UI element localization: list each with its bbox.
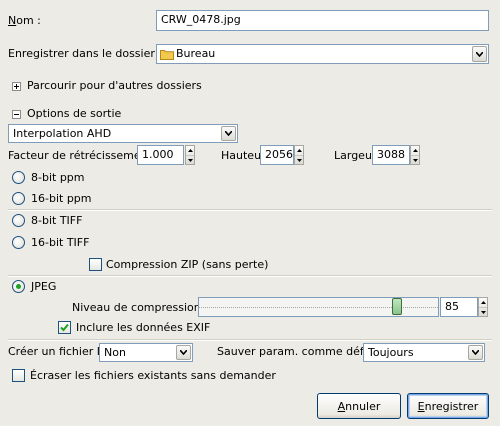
spin-up-icon bbox=[296, 149, 302, 152]
compression-slider-thumb[interactable] bbox=[392, 298, 402, 315]
interpolation-select[interactable]: Interpolation AHD bbox=[8, 124, 238, 143]
height-spinner[interactable] bbox=[294, 145, 304, 165]
width-label: Largeur bbox=[334, 149, 377, 162]
save-params-value: Toujours bbox=[368, 346, 414, 359]
width-input[interactable]: 3088 bbox=[372, 145, 410, 165]
idfile-label: Créer un fichier ID bbox=[8, 345, 109, 358]
folder-label: Enregistrer dans le dossier : bbox=[8, 47, 163, 60]
save-params-select[interactable]: Toujours bbox=[363, 343, 485, 362]
radio-8bit-ppm[interactable] bbox=[12, 171, 25, 184]
cancel-button[interactable]: Annuler bbox=[317, 393, 401, 419]
idfile-dropdown-button[interactable] bbox=[176, 345, 191, 360]
save-params-dropdown-button[interactable] bbox=[468, 345, 483, 360]
save-params-label: Sauver param. comme défaut bbox=[217, 345, 382, 358]
shrink-input[interactable]: 1.000 bbox=[137, 145, 184, 165]
spin-down-icon bbox=[187, 158, 193, 162]
shrink-label: Facteur de rétrécissement bbox=[8, 149, 152, 162]
interpolation-value: Interpolation AHD bbox=[13, 127, 112, 140]
spin-down-icon bbox=[296, 158, 302, 162]
spin-down-icon bbox=[412, 158, 418, 162]
width-spinner[interactable] bbox=[410, 145, 420, 165]
idfile-select[interactable]: Non bbox=[99, 343, 193, 362]
zip-compression-checkbox[interactable] bbox=[89, 258, 102, 271]
radio-16bit-tiff-label[interactable]: 16-bit TIFF bbox=[31, 236, 89, 250]
compression-value-input[interactable]: 85 bbox=[440, 297, 478, 317]
radio-jpeg[interactable] bbox=[12, 280, 25, 293]
save-button[interactable]: Enregistrer bbox=[407, 393, 489, 419]
compression-spinner[interactable] bbox=[478, 297, 488, 317]
exif-label[interactable]: Inclure les données EXIF bbox=[76, 321, 210, 335]
radio-jpeg-label[interactable]: JPEG bbox=[31, 280, 56, 294]
folder-icon bbox=[160, 48, 174, 60]
overwrite-checkbox[interactable] bbox=[12, 369, 25, 382]
output-collapse-icon[interactable] bbox=[12, 110, 21, 119]
radio-8bit-tiff[interactable] bbox=[12, 214, 25, 227]
filename-input[interactable]: CRW_0478.jpg bbox=[156, 10, 489, 31]
separator bbox=[8, 275, 492, 277]
shrink-spinner[interactable] bbox=[185, 145, 195, 165]
browse-expand-icon[interactable] bbox=[12, 82, 21, 91]
folder-select[interactable]: Bureau bbox=[156, 44, 489, 64]
spin-up-icon bbox=[480, 301, 486, 304]
radio-8bit-tiff-label[interactable]: 8-bit TIFF bbox=[31, 214, 82, 228]
save-button-label: Enregistrer bbox=[417, 399, 479, 413]
radio-8bit-ppm-label[interactable]: 8-bit ppm bbox=[31, 171, 85, 185]
radio-selected-dot bbox=[16, 284, 21, 289]
spin-down-icon bbox=[480, 310, 486, 314]
name-label: Nom : bbox=[8, 14, 41, 27]
folder-value: Bureau bbox=[176, 47, 216, 60]
radio-16bit-ppm-label[interactable]: 16-bit ppm bbox=[31, 192, 92, 206]
zip-compression-label[interactable]: Compression ZIP (sans perte) bbox=[106, 258, 268, 272]
browse-label[interactable]: Parcourir pour d'autres dossiers bbox=[27, 79, 202, 93]
interpolation-dropdown-button[interactable] bbox=[221, 126, 236, 141]
spin-up-icon bbox=[412, 149, 418, 152]
compression-slider[interactable] bbox=[198, 297, 439, 317]
check-mark-icon bbox=[60, 323, 69, 332]
chevron-down-icon bbox=[225, 131, 232, 136]
output-options-label: Options de sortie bbox=[27, 107, 122, 120]
height-label: Hauteur bbox=[221, 149, 266, 162]
idfile-value: Non bbox=[104, 346, 126, 359]
chevron-down-icon bbox=[180, 350, 187, 355]
cancel-button-label: Annuler bbox=[337, 399, 381, 413]
separator bbox=[8, 339, 492, 341]
chevron-down-icon bbox=[472, 350, 479, 355]
separator bbox=[8, 209, 492, 211]
radio-16bit-ppm[interactable] bbox=[12, 192, 25, 205]
overwrite-label[interactable]: Écraser les fichiers existants sans dema… bbox=[30, 369, 276, 383]
height-input[interactable]: 2056 bbox=[260, 145, 294, 165]
spin-up-icon bbox=[187, 149, 193, 152]
radio-16bit-tiff[interactable] bbox=[12, 236, 25, 249]
chevron-down-icon bbox=[476, 51, 483, 57]
exif-checkbox[interactable] bbox=[58, 321, 71, 334]
folder-dropdown-button[interactable] bbox=[472, 46, 487, 62]
compression-level-label: Niveau de compression bbox=[72, 301, 201, 314]
